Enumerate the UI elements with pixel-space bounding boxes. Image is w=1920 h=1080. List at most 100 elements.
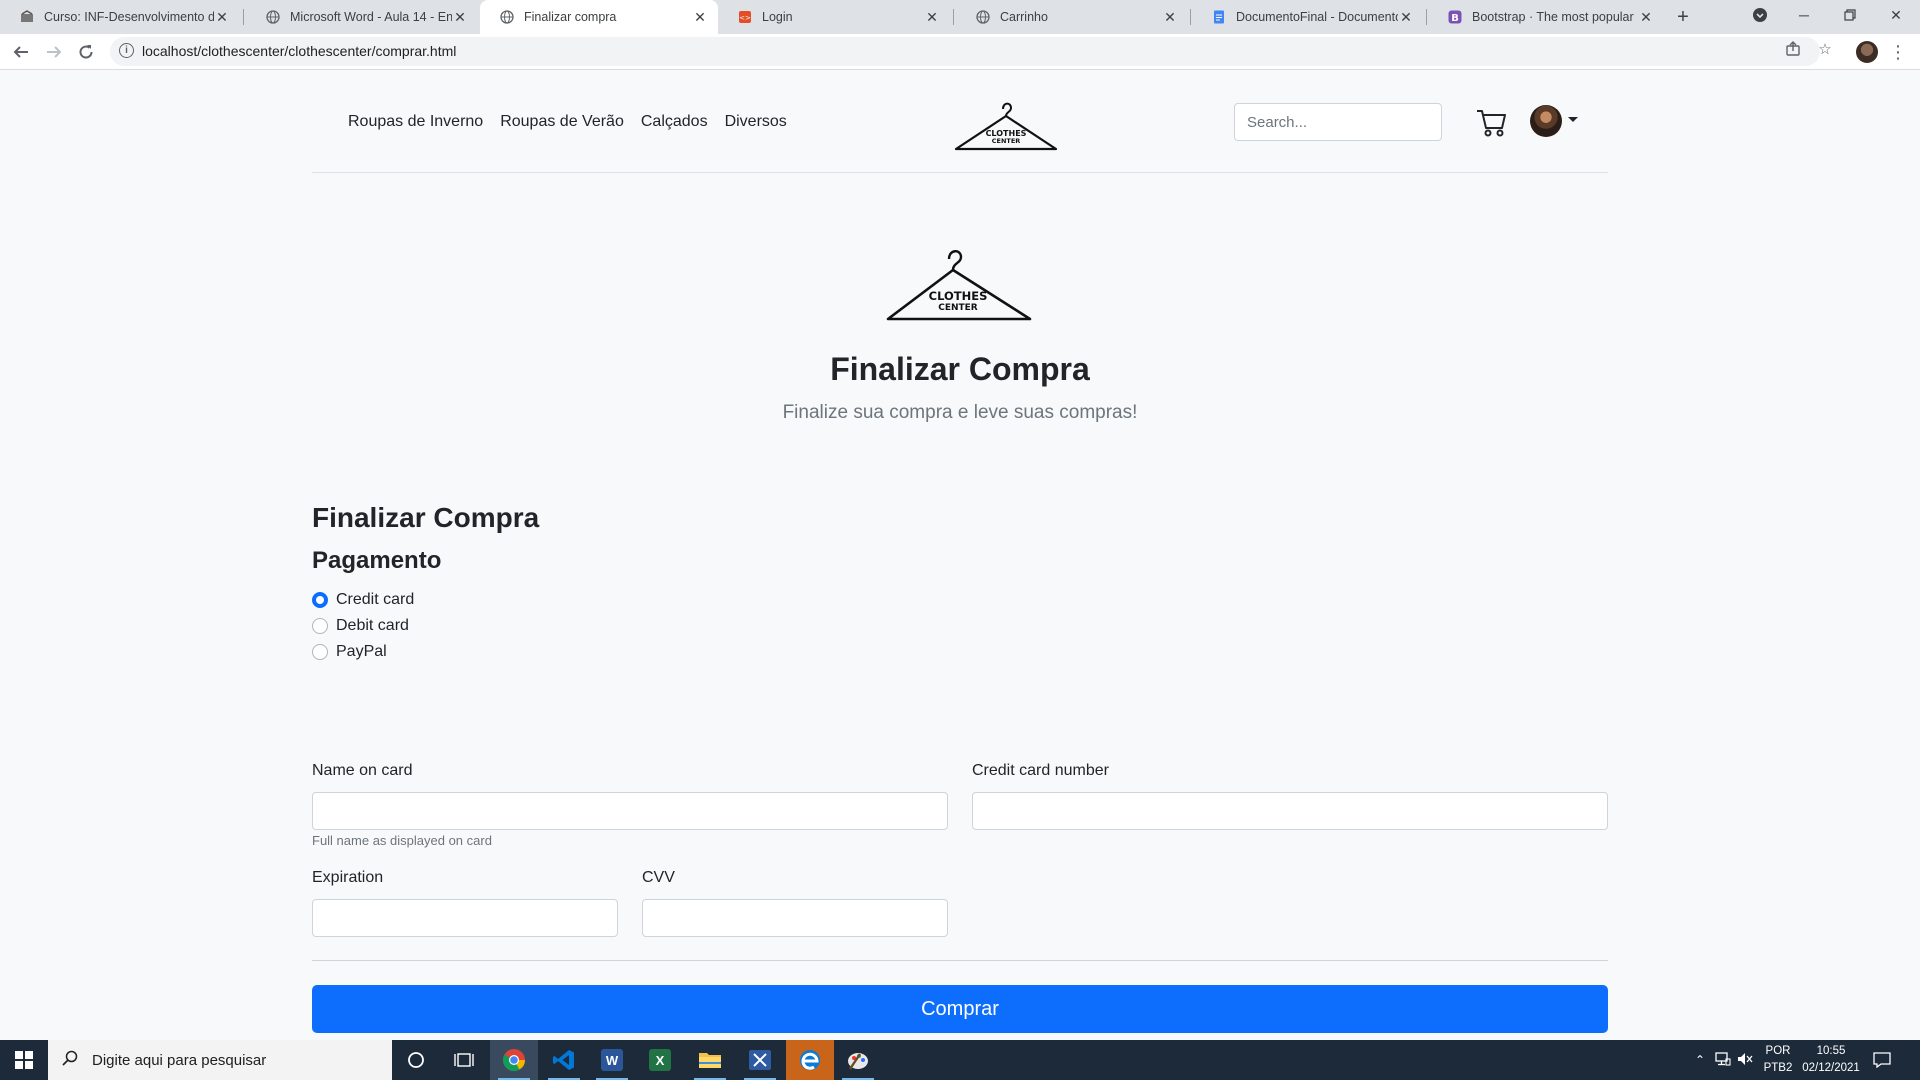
browser-menu-icon[interactable]: ⋮ — [1889, 40, 1907, 64]
google-docs-icon — [1212, 10, 1226, 24]
shopping-cart-icon[interactable] — [1476, 106, 1506, 138]
html-file-icon: <> — [738, 10, 752, 24]
word-taskbar-icon[interactable]: W — [588, 1040, 636, 1080]
radio-button[interactable] — [312, 644, 328, 661]
windows-taskbar: Digite aqui para pesquisar W X ⌃ POR PTB… — [0, 1040, 1920, 1080]
payment-option-paypal[interactable]: PayPal — [312, 639, 1608, 665]
globe-icon — [266, 10, 280, 24]
tab-title: Microsoft Word - Aula 14 - Envio — [290, 10, 452, 24]
radio-label: Debit card — [336, 617, 409, 635]
close-icon[interactable]: ✕ — [1162, 9, 1178, 25]
tab-title: Carrinho — [1000, 10, 1048, 24]
name-on-card-input[interactable] — [312, 792, 948, 830]
moodle-icon — [20, 10, 34, 24]
notifications-icon[interactable] — [1862, 1040, 1902, 1080]
browser-tab[interactable]: Carrinho ✕ — [956, 0, 1188, 34]
radio-button[interactable] — [312, 618, 328, 635]
new-tab-button[interactable]: + — [1671, 5, 1695, 29]
site-search-input[interactable] — [1234, 103, 1442, 141]
input-language[interactable]: POR PTB2 — [1762, 1043, 1794, 1077]
address-bar[interactable]: i localhost/clothescenter/clothescenter/… — [110, 37, 1820, 66]
payment-option-debit-card[interactable]: Debit card — [312, 613, 1608, 639]
reload-icon[interactable] — [74, 40, 98, 64]
restore-button[interactable] — [1828, 0, 1872, 30]
vscode-taskbar-icon[interactable] — [540, 1040, 588, 1080]
close-icon[interactable]: ✕ — [692, 9, 708, 25]
edge-taskbar-icon[interactable] — [786, 1040, 834, 1080]
credit-card-number-label: Credit card number — [972, 762, 1109, 779]
speaker-muted-icon[interactable] — [1734, 1052, 1756, 1069]
nav-link-calcados[interactable]: Calçados — [641, 113, 708, 131]
minimize-button[interactable]: ─ — [1782, 0, 1826, 30]
logo-text-line1: CLOTHES — [929, 289, 988, 303]
site-header: Roupas de Inverno Roupas de Verão Calçad… — [312, 71, 1608, 173]
chevron-up-icon[interactable]: ⌃ — [1692, 1053, 1708, 1067]
page-title: Finalizar Compra — [830, 351, 1090, 387]
main-nav: Roupas de Inverno Roupas de Verão Calçad… — [348, 113, 787, 131]
taskbar-search-box[interactable]: Digite aqui para pesquisar — [48, 1040, 392, 1080]
site-info-icon[interactable]: i — [119, 43, 134, 58]
page-content: Roupas de Inverno Roupas de Verão Calçad… — [0, 71, 1920, 1039]
radio-label: PayPal — [336, 643, 387, 661]
search-icon — [62, 1050, 78, 1071]
user-avatar[interactable] — [1530, 105, 1562, 137]
logo-text-line2: CENTER — [938, 303, 978, 313]
payment-option-credit-card[interactable]: Credit card — [312, 587, 1608, 613]
close-icon[interactable]: ✕ — [1638, 9, 1654, 25]
browser-tab[interactable]: DocumentoFinal - Documentos ✕ — [1192, 0, 1424, 34]
task-view-icon[interactable] — [440, 1040, 488, 1080]
close-icon[interactable]: ✕ — [214, 9, 230, 25]
tab-separator — [243, 9, 244, 25]
svg-text:B: B — [1451, 13, 1459, 24]
chevron-down-icon[interactable] — [1568, 117, 1578, 122]
browser-tab[interactable]: Curso: INF-Desenvolvimento de ✕ — [0, 0, 240, 34]
bookmark-star-icon[interactable]: ☆ — [1816, 40, 1834, 58]
tab-search-button[interactable] — [1738, 0, 1782, 30]
browser-tab-active[interactable]: Finalizar compra ✕ — [480, 0, 718, 34]
browser-tab[interactable]: B Bootstrap · The most popular HT ✕ — [1428, 0, 1664, 34]
nav-link-roupas-de-inverno[interactable]: Roupas de Inverno — [348, 113, 483, 131]
globe-icon — [976, 10, 990, 24]
url-text: localhost/clothescenter/clothescenter/co… — [142, 43, 457, 59]
cvv-label: CVV — [642, 869, 675, 886]
close-icon[interactable]: ✕ — [1398, 9, 1414, 25]
windows-start-icon[interactable] — [0, 1040, 48, 1080]
credit-card-number-input[interactable] — [972, 792, 1608, 830]
page-subtitle: Finalize sua compra e leve suas compras! — [782, 402, 1138, 423]
tab-title: Curso: INF-Desenvolvimento de — [44, 10, 214, 24]
forward-icon[interactable] — [42, 40, 66, 64]
close-window-button[interactable]: ✕ — [1874, 0, 1918, 30]
globe-icon — [500, 10, 514, 24]
nav-link-roupas-de-verao[interactable]: Roupas de Verão — [500, 113, 624, 131]
close-icon[interactable]: ✕ — [452, 9, 468, 25]
excel-taskbar-icon[interactable]: X — [636, 1040, 684, 1080]
chrome-taskbar-icon[interactable] — [490, 1040, 538, 1080]
browser-tab[interactable]: Microsoft Word - Aula 14 - Envio ✕ — [246, 0, 478, 34]
nav-link-diversos[interactable]: Diversos — [725, 113, 787, 131]
tab-title: Login — [762, 10, 793, 24]
payment-method-group: Credit card Debit card PayPal — [312, 587, 1608, 665]
payment-heading: Pagamento — [312, 546, 442, 574]
share-icon[interactable] — [1784, 40, 1802, 58]
tab-title: Bootstrap · The most popular HT — [1472, 10, 1638, 24]
checkout-form: Finalizar Compra Pagamento Credit card D… — [312, 501, 1608, 1033]
taskbar-clock[interactable]: 10:55 02/12/2021 — [1796, 1043, 1866, 1077]
site-logo-hanger[interactable]: CLOTHES CENTER — [954, 97, 1058, 153]
form-heading: Finalizar Compra — [312, 502, 540, 533]
back-icon[interactable] — [9, 40, 33, 64]
snipping-tool-taskbar-icon[interactable] — [736, 1040, 784, 1080]
close-icon[interactable]: ✕ — [924, 9, 940, 25]
browser-profile-avatar[interactable] — [1856, 41, 1878, 63]
radio-button[interactable] — [312, 592, 328, 609]
browser-tab[interactable]: <> Login ✕ — [718, 0, 950, 34]
tab-separator — [1426, 9, 1427, 25]
system-tray: ⌃ — [1692, 1040, 1756, 1080]
comprar-button[interactable]: Comprar — [312, 985, 1608, 1033]
taskbar-search-placeholder: Digite aqui para pesquisar — [92, 1051, 267, 1069]
expiration-input[interactable] — [312, 899, 618, 937]
file-explorer-taskbar-icon[interactable] — [686, 1040, 734, 1080]
cvv-input[interactable] — [642, 899, 948, 937]
network-icon[interactable] — [1712, 1051, 1734, 1069]
cortana-icon[interactable] — [392, 1040, 440, 1080]
paint-taskbar-icon[interactable] — [834, 1040, 882, 1080]
